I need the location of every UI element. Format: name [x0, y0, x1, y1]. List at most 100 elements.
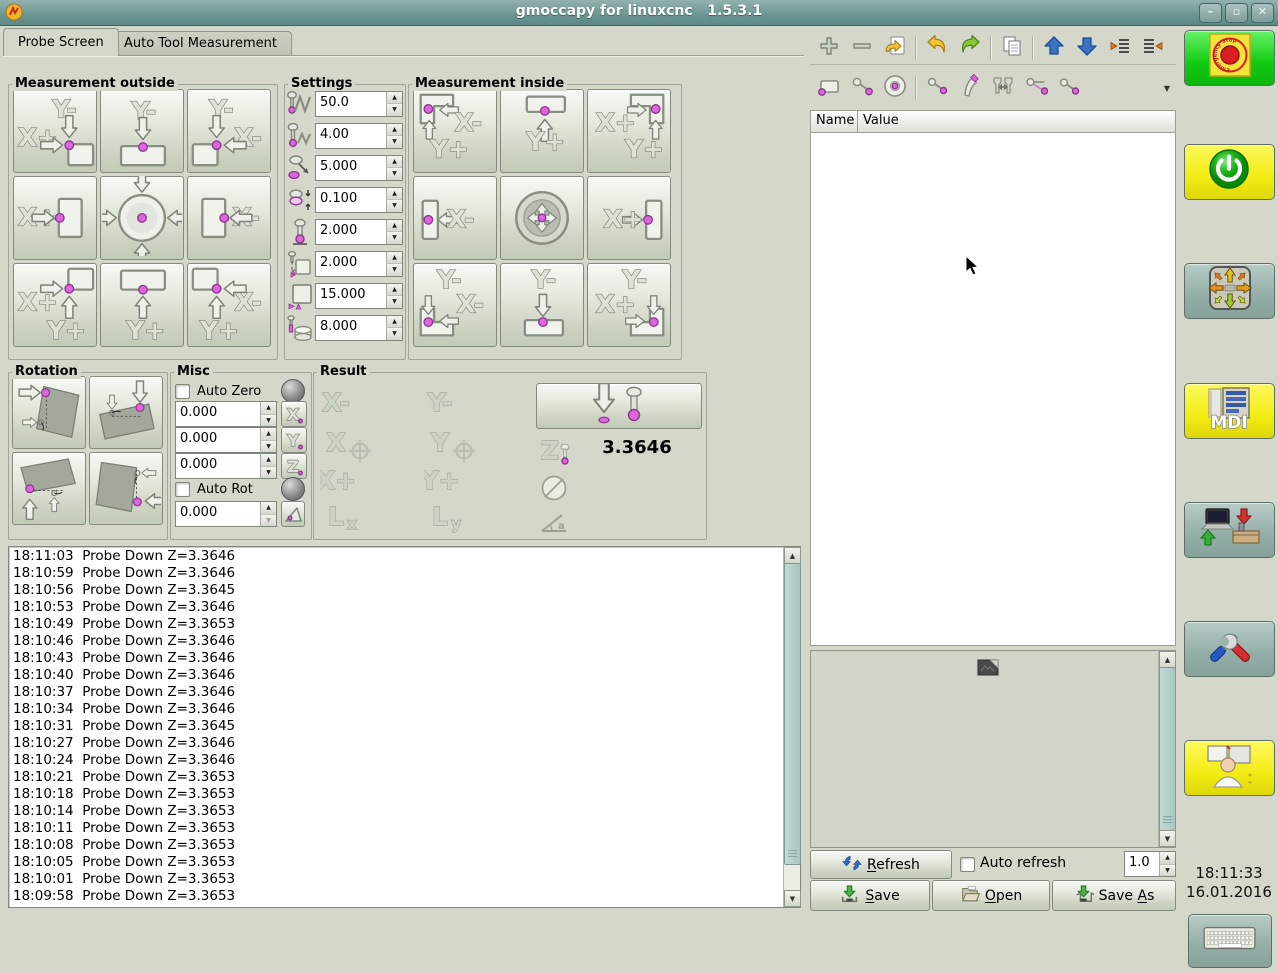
scroll-thumb[interactable] [1159, 667, 1176, 831]
spin-down[interactable]: ▼ [387, 135, 402, 148]
toolbar-button-add[interactable] [812, 32, 845, 64]
spin-value[interactable]: 15.000 [316, 284, 386, 308]
spin-value[interactable]: 5.000 [316, 156, 386, 180]
probe-inside-edge-ym[interactable]: Y- [500, 263, 584, 347]
open-button[interactable]: Open [932, 880, 1051, 911]
title-bar[interactable]: gmoccapy for linuxcnc 1.5.3.1 – ▫ ✕ [0, 0, 1278, 26]
spin-value[interactable]: 0.000 [176, 428, 260, 452]
toolbar-button-unindent[interactable] [1103, 32, 1136, 64]
probe-inside-hole-center[interactable] [500, 176, 584, 260]
close-button[interactable]: ✕ [1251, 3, 1274, 23]
toolbar-button-move-down[interactable] [1070, 32, 1103, 64]
save-as-button[interactable]: Save As [1052, 880, 1176, 911]
spin-up[interactable]: ▲ [387, 123, 402, 135]
toolbar-button-triangle-points[interactable] [1019, 72, 1052, 104]
spin-down[interactable]: ▼ [261, 513, 276, 526]
toolbar-button-revert[interactable] [878, 32, 911, 64]
keyboard-button[interactable] [1188, 914, 1272, 968]
spin-up[interactable]: ▲ [261, 454, 276, 466]
column-header-name[interactable]: Name [810, 110, 858, 133]
angle-probe-x-right[interactable] [89, 452, 168, 525]
scroll-up-arrow[interactable]: ▲ [784, 547, 801, 564]
probe-inside-edge-yp[interactable]: Y+ [500, 89, 584, 173]
estop-button[interactable]: Emergency Stop [1184, 30, 1275, 86]
spin-down[interactable]: ▼ [387, 103, 402, 116]
spin-value[interactable]: 0.000 [176, 402, 260, 426]
toolbar-button-line-points[interactable] [845, 72, 878, 104]
spin-down[interactable]: ▼ [261, 439, 276, 452]
probe-outside-corner-yp-xp[interactable]: X+ Y+ [13, 263, 97, 347]
probe-down-button[interactable] [536, 382, 702, 429]
spin-down[interactable]: ▼ [387, 327, 402, 340]
tab-auto-tool-measurement[interactable]: Auto Tool Measurement [109, 31, 292, 55]
column-header-value[interactable]: Value [858, 110, 1176, 133]
spin-up[interactable]: ▲ [387, 155, 402, 167]
power-button[interactable] [1184, 144, 1275, 200]
probe-inside-edge-xm[interactable]: X- [413, 176, 497, 260]
set-y-offset-button[interactable]: Y [281, 427, 307, 453]
auto-refresh-checkbox[interactable] [960, 857, 975, 872]
tab-probe-screen[interactable]: Probe Screen [3, 28, 119, 56]
refresh-button[interactable]: Refresh [810, 850, 952, 879]
spin-up[interactable]: ▲ [387, 219, 402, 231]
probe-outside-corner-ym-xp[interactable]: Y- X+ [13, 89, 97, 173]
angle-probe-y-top[interactable] [89, 376, 163, 449]
set-x-offset-button[interactable]: X [281, 401, 307, 427]
jog-mode-button[interactable] [1184, 263, 1275, 319]
spin-down[interactable]: ▼ [387, 263, 402, 276]
probe-inside-edge-xp[interactable]: X+ [587, 176, 671, 260]
toolbar-button-pen[interactable] [953, 72, 986, 104]
probe-inside-corner-xm-yp[interactable]: X- Y+ [413, 89, 497, 173]
spin-value[interactable]: 0.000 [176, 454, 260, 478]
probe-inside-corner-ym-xm[interactable]: Y- X- [413, 263, 497, 347]
spin-up[interactable]: ▲ [261, 402, 276, 414]
spin-value[interactable]: 2.000 [316, 252, 386, 276]
angle-probe-y-bottom[interactable] [12, 452, 86, 525]
spin-up[interactable]: ▲ [387, 315, 402, 327]
gremlin-preview[interactable]: ▲ ▼ [810, 650, 1176, 848]
toolbar-button-line-end[interactable] [1052, 72, 1085, 104]
scroll-down-arrow[interactable]: ▼ [784, 890, 801, 907]
probe-outside-corner-yp-xm[interactable]: X- Y+ [187, 263, 271, 347]
probe-inside-corner-ym-xp[interactable]: Y- X+ [587, 263, 671, 347]
spin-down[interactable]: ▼ [261, 413, 276, 426]
spin-down[interactable]: ▼ [1160, 863, 1175, 876]
scroll-down-arrow[interactable]: ▼ [1159, 830, 1176, 847]
toolbar-button-remove[interactable] [845, 32, 878, 64]
spin-down[interactable]: ▼ [387, 199, 402, 212]
spin-up[interactable]: ▲ [1160, 852, 1175, 864]
auto-mode-button[interactable] [1184, 502, 1275, 558]
scroll-thumb[interactable] [784, 563, 801, 865]
spin-value[interactable]: 0.000 [176, 502, 260, 526]
scroll-up-arrow[interactable]: ▲ [1159, 651, 1176, 668]
spin-value[interactable]: 0.100 [316, 188, 386, 212]
set-angle-button[interactable] [281, 501, 305, 527]
spin-up[interactable]: ▲ [261, 502, 276, 514]
log-scrollbar[interactable]: ▲ ▼ [783, 547, 801, 907]
settings-button[interactable] [1184, 621, 1275, 677]
maximize-button[interactable]: ▫ [1225, 3, 1248, 23]
toolbar-button-undo[interactable] [920, 32, 953, 64]
spin-up[interactable]: ▲ [387, 251, 402, 263]
probe-outside-corner-ym-xm[interactable]: Y- X- [187, 89, 271, 173]
spin-down[interactable]: ▼ [387, 295, 402, 308]
probe-outside-edge-ym[interactable]: Y- [100, 89, 184, 173]
spin-value[interactable]: 8.000 [316, 316, 386, 340]
spin-up[interactable]: ▲ [387, 283, 402, 295]
spin-value[interactable]: 50.0 [316, 92, 386, 116]
set-z-offset-button[interactable]: Z [281, 453, 307, 479]
toolbar-button-copy[interactable] [995, 32, 1028, 64]
toolbar-button-indent[interactable] [1136, 32, 1169, 64]
toolbar-button-toolchange[interactable] [986, 72, 1019, 104]
auto-rot-checkbox[interactable] [175, 481, 190, 497]
toolbar-button-rect-point[interactable] [812, 72, 845, 104]
toolbar-button-redo[interactable] [953, 32, 986, 64]
mdi-mode-button[interactable]: MDI [1184, 383, 1275, 439]
spin-up[interactable]: ▲ [387, 91, 402, 103]
preview-scrollbar[interactable]: ▲ ▼ [1158, 651, 1176, 847]
probe-outside-edge-yp[interactable]: Y+ [100, 263, 184, 347]
angle-probe-x-left[interactable] [12, 376, 86, 449]
spin-down[interactable]: ▼ [387, 167, 402, 180]
auto-zero-checkbox[interactable] [175, 383, 190, 399]
user-mode-button[interactable] [1184, 740, 1275, 796]
